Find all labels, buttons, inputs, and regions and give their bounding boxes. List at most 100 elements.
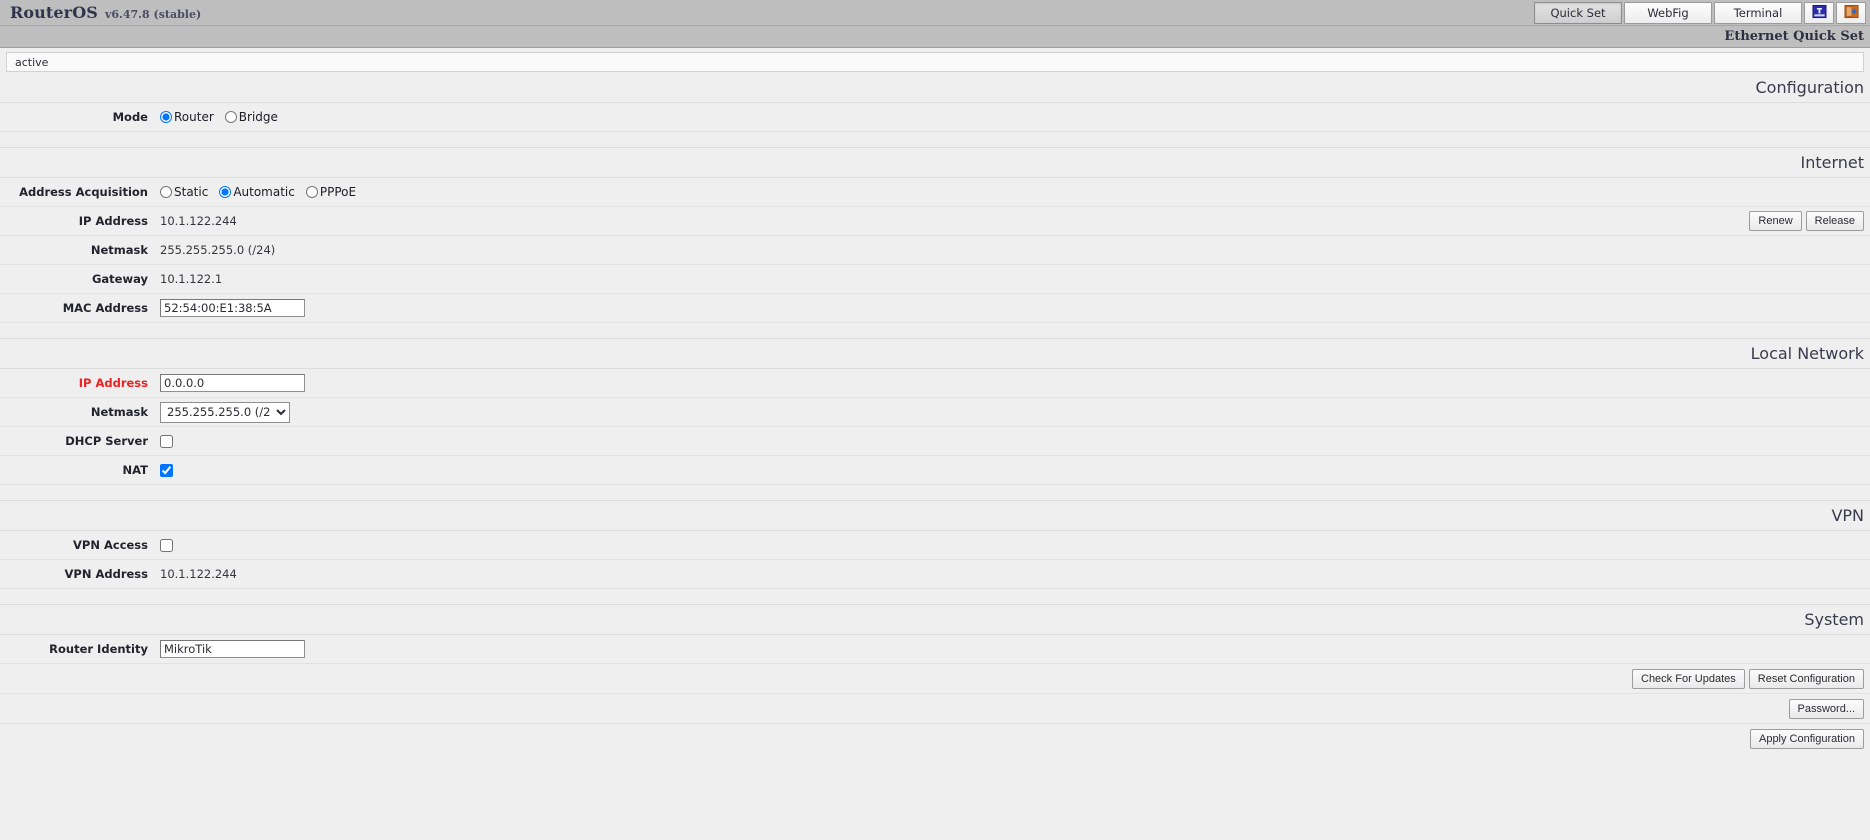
radio-acquisition-pppoe[interactable]: PPPoE [305,185,357,199]
section-header-local-network: Local Network [0,339,1870,369]
row-internet-netmask: Netmask 255.255.255.0 (/24) [0,236,1870,265]
mac-address-input[interactable] [160,299,305,317]
radio-acquisition-automatic[interactable]: Automatic [219,185,295,199]
row-mode: Mode Router Bridge [0,103,1870,132]
brand-name: RouterOS [10,3,98,22]
radio-label-acquisition-pppoe: PPPoE [319,185,357,199]
radio-acquisition-static[interactable]: Static [160,185,208,199]
dhcp-lease-buttons: Renew Release [1749,211,1870,231]
nat-checkbox[interactable] [160,463,173,477]
value-internet-gateway-wrap: 10.1.122.1 [160,272,1870,286]
section-header-system: System [0,605,1870,635]
mode-radio-group: Router Bridge [160,110,1870,124]
reset-configuration-button[interactable]: Reset Configuration [1748,668,1864,689]
system-buttons-row: Check For Updates Reset Configuration [0,664,1870,694]
section-header-configuration: Configuration [0,73,1870,103]
row-address-acquisition: Address Acquisition Static Automatic PPP… [0,178,1870,207]
dhcp-server-checkbox[interactable] [160,434,173,448]
value-vpn-address: 10.1.122.244 [160,567,237,581]
password-row: Password... [0,694,1870,724]
value-internet-ip-address: 10.1.122.244 [160,214,237,228]
page-subtitle-bar: Ethernet Quick Set [0,26,1870,48]
radio-label-acquisition-static: Static [174,185,209,199]
label-vpn-access: VPN Access [73,538,148,552]
radio-mode-router[interactable]: Router [160,110,214,124]
check-for-updates-button[interactable]: Check For Updates [1632,668,1745,689]
router-identity-wrap [160,640,1870,658]
manual-button[interactable] [1804,2,1834,24]
radio-label-acquisition-automatic: Automatic [233,185,295,199]
nat-wrap [160,463,1870,477]
label-vpn-address: VPN Address [64,567,148,581]
address-acquisition-radio-group: Static Automatic PPPoE [160,185,1870,199]
radio-input-acquisition-static[interactable] [160,186,172,198]
label-internet-ip-address: IP Address [78,214,148,228]
radio-input-acquisition-automatic[interactable] [219,186,232,198]
local-ip-address-input[interactable] [160,374,305,392]
status-strip: active [0,48,1870,73]
row-local-ip-address: IP Address [0,369,1870,398]
local-ip-address-wrap [160,374,1870,392]
row-dhcp-server: DHCP Server [0,427,1870,456]
row-nat: NAT [0,456,1870,485]
top-header-bar: RouterOS v6.47.8 (stable) Quick Set WebF… [0,0,1870,26]
row-vpn-address: VPN Address 10.1.122.244 [0,560,1870,589]
radio-input-acquisition-pppoe[interactable] [305,186,318,198]
vpn-address-wrap: 10.1.122.244 [160,567,1870,581]
label-address-acquisition: Address Acquisition [19,185,148,199]
brand-version: v6.47.8 (stable) [105,8,202,21]
router-identity-input[interactable] [160,640,305,658]
radio-label-mode-bridge: Bridge [238,110,278,124]
page-title: Ethernet Quick Set [1724,29,1864,44]
apply-row: Apply Configuration [0,724,1870,754]
section-title-local-network: Local Network [1750,344,1864,363]
section-title-internet: Internet [1800,153,1864,172]
section-title-system: System [1804,610,1864,629]
label-router-identity: Router Identity [49,642,148,656]
release-button[interactable]: Release [1805,211,1864,231]
row-internet-gateway: Gateway 10.1.122.1 [0,265,1870,294]
brand: RouterOS v6.47.8 (stable) [0,3,201,22]
local-netmask-select[interactable]: 255.255.255.0 (/24) [160,401,290,423]
dhcp-server-wrap [160,434,1870,448]
vpn-access-wrap [160,538,1870,552]
section-title-vpn: VPN [1831,506,1864,525]
row-router-identity: Router Identity [0,635,1870,664]
section-header-internet: Internet [0,148,1870,178]
vpn-access-checkbox[interactable] [160,538,173,552]
password-button[interactable]: Password... [1788,698,1864,719]
manual-icon [1811,4,1827,22]
value-internet-ip-address-wrap: 10.1.122.244 [160,214,1749,228]
value-internet-netmask-wrap: 255.255.255.0 (/24) [160,243,1870,257]
label-local-netmask: Netmask [90,405,148,419]
label-nat: NAT [122,463,148,477]
tab-terminal[interactable]: Terminal [1714,2,1802,24]
row-local-netmask: Netmask 255.255.255.0 (/24) [0,398,1870,427]
radio-input-mode-router[interactable] [160,111,172,123]
logout-button[interactable] [1836,2,1866,24]
spacer-after-local-network [0,485,1870,501]
value-internet-netmask: 255.255.255.0 (/24) [160,243,276,257]
radio-mode-bridge[interactable]: Bridge [224,110,278,124]
label-local-ip-address: IP Address [78,376,148,390]
row-internet-ip-address: IP Address 10.1.122.244 Renew Release [0,207,1870,236]
spacer-after-configuration [0,132,1870,148]
top-nav-buttons: Quick Set WebFig Terminal [1534,2,1866,24]
value-internet-gateway: 10.1.122.1 [160,272,223,286]
section-header-vpn: VPN [0,501,1870,531]
tab-quick-set[interactable]: Quick Set [1534,2,1622,24]
label-dhcp-server: DHCP Server [65,434,148,448]
status-badge: active [6,52,1864,72]
label-mac-address: MAC Address [62,301,148,315]
mac-address-wrap [160,299,1870,317]
spacer-after-vpn [0,589,1870,605]
spacer-after-internet [0,323,1870,339]
tab-webfig[interactable]: WebFig [1624,2,1712,24]
label-internet-gateway: Gateway [91,272,148,286]
radio-label-mode-router: Router [174,110,214,124]
renew-button[interactable]: Renew [1749,211,1802,231]
apply-configuration-button[interactable]: Apply Configuration [1749,729,1864,749]
row-mac-address: MAC Address [0,294,1870,323]
radio-input-mode-bridge[interactable] [224,111,237,123]
section-title-configuration: Configuration [1755,78,1864,97]
